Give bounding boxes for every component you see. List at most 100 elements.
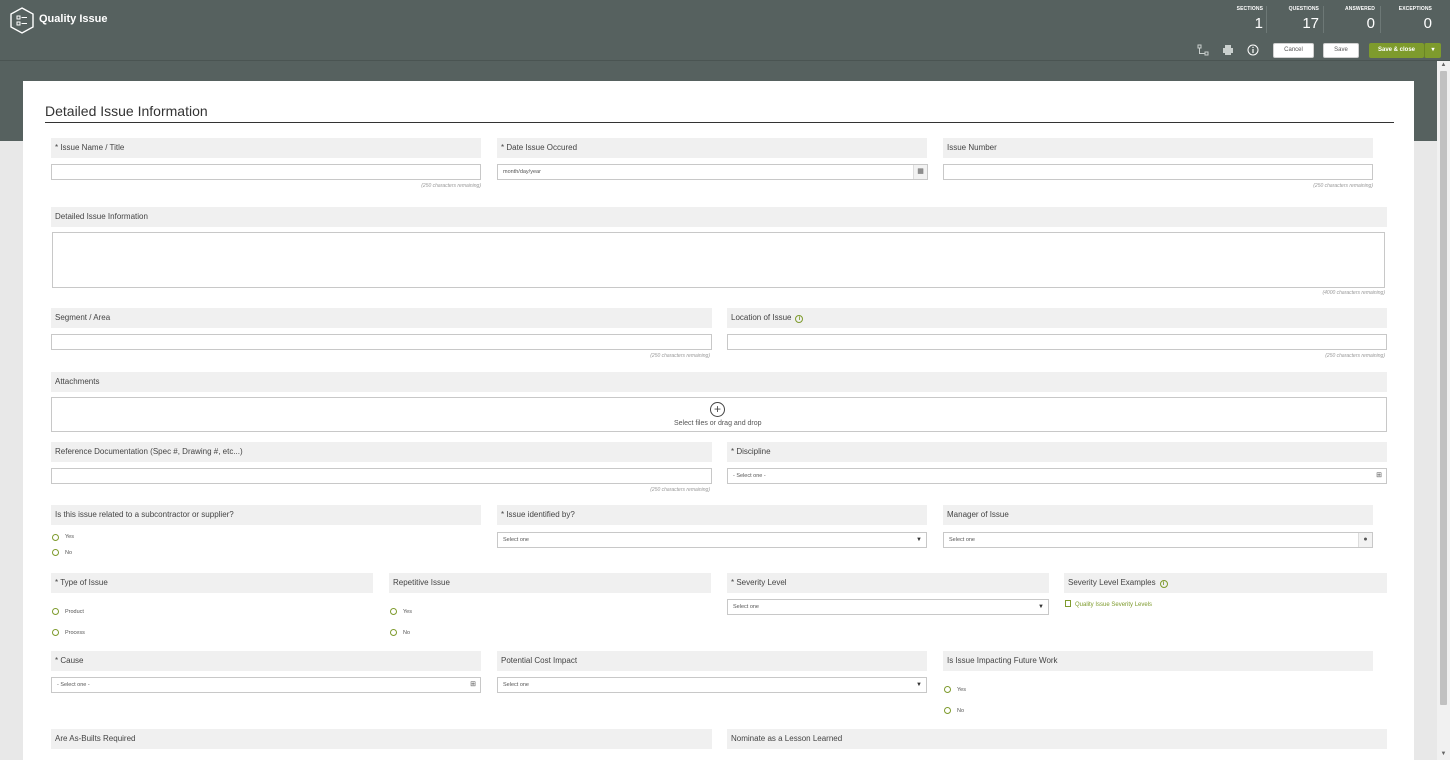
add-file-icon[interactable]: + (710, 402, 725, 417)
stat-exceptions: EXCEPTIONS 0 (1390, 6, 1432, 32)
manager-value: Select one (949, 537, 975, 543)
calendar-icon[interactable]: ▦ (913, 165, 927, 179)
hierarchy-icon[interactable]: ⊞ (1372, 469, 1386, 483)
issue-number-hint: (250 characters remaining) (1313, 183, 1373, 189)
identified-by-select[interactable]: Select one ▼ (497, 532, 927, 548)
scroll-thumb[interactable] (1440, 71, 1447, 705)
repetitive-no-radio[interactable] (390, 629, 397, 636)
severity-examples-label-text: Severity Level Examples (1068, 578, 1156, 587)
reference-docs-hint: (250 characters remaining) (650, 487, 710, 493)
future-work-label: Is Issue Impacting Future Work (943, 651, 1373, 671)
repetitive-label: Repetitive Issue (389, 573, 711, 593)
stat-label: ANSWERED (1345, 6, 1375, 12)
radio-label: Yes (65, 534, 74, 540)
attachments-label: Attachments (51, 372, 1387, 392)
detailed-info-hint: (4000 characters remaining) (1322, 290, 1385, 296)
type-product-radio[interactable] (52, 608, 59, 615)
severity-levels-link[interactable]: Quality Issue Severity Levels (1065, 600, 1152, 608)
lesson-learned-label: Nominate as a Lesson Learned (727, 729, 1387, 749)
cancel-button[interactable]: Cancel (1273, 43, 1314, 58)
manager-label: Manager of Issue (943, 505, 1373, 525)
location-label: Location of Issue i (727, 308, 1387, 328)
cost-impact-label: Potential Cost Impact (497, 651, 927, 671)
save-options-dropdown[interactable]: ▾ (1424, 43, 1441, 58)
reference-docs-input[interactable] (51, 468, 712, 484)
severity-levels-link-text: Quality Issue Severity Levels (1075, 602, 1153, 608)
stat-value: 0 (1423, 15, 1432, 32)
stat-sections: SECTIONS 1 (1221, 6, 1263, 32)
stat-label: QUESTIONS (1288, 6, 1319, 12)
severity-examples-label: Severity Level Examples i (1064, 573, 1387, 593)
chevron-down-icon: ▼ (1038, 604, 1044, 610)
repetitive-yes-radio[interactable] (390, 608, 397, 615)
subcontractor-no-radio[interactable] (52, 549, 59, 556)
header-divider (0, 60, 1450, 61)
stat-label: SECTIONS (1236, 6, 1263, 12)
radio-label: Process (65, 630, 85, 636)
info-icon[interactable] (1247, 44, 1259, 56)
type-of-issue-label: * Type of Issue (51, 573, 373, 593)
scroll-down-arrow[interactable]: ▼ (1439, 751, 1448, 757)
issue-name-input[interactable] (51, 164, 481, 180)
radio-label: No (957, 708, 965, 714)
as-builts-label: Are As-Builts Required (51, 729, 712, 749)
future-work-yes-radio[interactable] (944, 686, 951, 693)
segment-area-input[interactable] (51, 334, 712, 350)
future-work-no-radio[interactable] (944, 707, 951, 714)
scroll-up-arrow[interactable]: ▲ (1439, 62, 1448, 68)
severity-label: * Severity Level (727, 573, 1049, 593)
cost-impact-select[interactable]: Select one ▼ (497, 677, 927, 693)
stat-divider (1380, 6, 1381, 33)
page-scrollbar[interactable]: ▲ ▼ (1437, 61, 1450, 760)
detailed-info-textarea[interactable] (52, 232, 1385, 288)
identified-by-value: Select one (503, 537, 529, 543)
document-icon (1065, 600, 1071, 607)
cost-impact-value: Select one (503, 682, 529, 688)
location-label-text: Location of Issue (731, 313, 792, 322)
stat-answered: ANSWERED 0 (1333, 6, 1375, 32)
radio-label: Product (65, 609, 84, 615)
date-occurred-input[interactable]: month/day/year ▦ (497, 164, 928, 180)
date-placeholder: month/day/year (503, 169, 541, 175)
segment-area-hint: (250 characters remaining) (650, 353, 710, 359)
issue-name-label: * Issue Name / Title (51, 138, 481, 158)
save-button[interactable]: Save (1323, 43, 1359, 58)
date-occurred-label: * Date Issue Occured (497, 138, 927, 158)
info-icon[interactable]: i (1159, 580, 1168, 588)
discipline-label: * Discipline (727, 442, 1387, 462)
save-close-button[interactable]: Save & close (1369, 43, 1424, 58)
radio-label: No (65, 550, 73, 556)
identified-by-label: * Issue identified by? (497, 505, 927, 525)
stat-value: 0 (1366, 15, 1375, 32)
location-input[interactable] (727, 334, 1387, 350)
user-icon[interactable]: ● (1358, 533, 1372, 547)
hierarchy-icon[interactable]: ⊞ (466, 678, 480, 692)
cause-value: - Select one - (57, 682, 90, 688)
stat-value: 17 (1302, 15, 1319, 32)
issue-number-input[interactable] (943, 164, 1373, 180)
section-title: Detailed Issue Information (45, 103, 208, 119)
type-process-radio[interactable] (52, 629, 59, 636)
reference-docs-label: Reference Documentation (Spec #, Drawing… (51, 442, 712, 462)
info-icon[interactable]: i (795, 315, 804, 323)
chevron-down-icon: ▼ (916, 682, 922, 688)
radio-label: Yes (403, 609, 412, 615)
cause-label: * Cause (51, 651, 481, 671)
radio-label: No (403, 630, 411, 636)
radio-label: Yes (957, 687, 966, 693)
discipline-select[interactable]: - Select one - ⊞ (727, 468, 1387, 484)
stat-questions: QUESTIONS 17 (1277, 6, 1319, 32)
subcontractor-yes-radio[interactable] (52, 534, 59, 541)
chevron-down-icon: ▼ (916, 537, 922, 543)
print-icon[interactable] (1222, 44, 1234, 56)
severity-value: Select one (733, 604, 759, 610)
severity-select[interactable]: Select one ▼ (727, 599, 1049, 615)
manager-select[interactable]: Select one ● (943, 532, 1373, 548)
app-title: Quality Issue (39, 13, 108, 25)
section-divider (45, 122, 1394, 123)
issue-number-label: Issue Number (943, 138, 1373, 158)
stat-value: 1 (1254, 15, 1263, 32)
relationship-icon[interactable] (1197, 44, 1209, 56)
cause-select[interactable]: - Select one - ⊞ (51, 677, 481, 693)
issue-name-hint: (250 characters remaining) (421, 183, 481, 189)
